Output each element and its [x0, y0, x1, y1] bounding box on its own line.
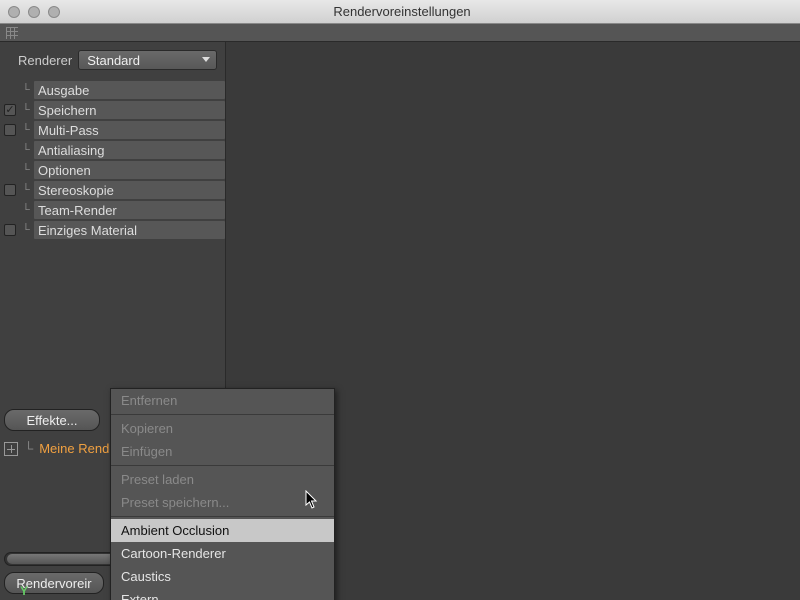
- menu-separator: [111, 414, 334, 415]
- menu-item: Entfernen: [111, 389, 334, 412]
- expand-icon[interactable]: [4, 442, 18, 456]
- tree-row[interactable]: └Optionen: [0, 160, 225, 180]
- effects-button[interactable]: Effekte...: [4, 409, 100, 431]
- tree-item-label: Multi-Pass: [34, 121, 225, 139]
- menu-item: Einfügen: [111, 440, 334, 463]
- checkbox[interactable]: [4, 124, 16, 136]
- tree-row[interactable]: └Antialiasing: [0, 140, 225, 160]
- zoom-icon[interactable]: [48, 6, 60, 18]
- window-title: Rendervoreinstellungen: [60, 4, 744, 19]
- checkbox[interactable]: [4, 104, 16, 116]
- checkbox[interactable]: [4, 184, 16, 196]
- tree-item-label: Antialiasing: [34, 141, 225, 159]
- menu-item[interactable]: Caustics: [111, 565, 334, 588]
- menu-separator: [111, 516, 334, 517]
- tree-item-label: Ausgabe: [34, 81, 225, 99]
- menu-item: Kopieren: [111, 417, 334, 440]
- tree-item-label: Optionen: [34, 161, 225, 179]
- renderer-label: Renderer: [18, 53, 72, 68]
- menu-item: Preset laden: [111, 468, 334, 491]
- titlebar: Rendervoreinstellungen: [0, 0, 800, 24]
- window-controls: [8, 6, 60, 18]
- close-icon[interactable]: [8, 6, 20, 18]
- settings-tree: └Ausgabe└Speichern└Multi-Pass└Antialiasi…: [0, 78, 225, 240]
- tree-row[interactable]: └Team-Render: [0, 200, 225, 220]
- tree-item-label: Team-Render: [34, 201, 225, 219]
- minimize-icon[interactable]: [28, 6, 40, 18]
- effects-context-menu[interactable]: Entfernen KopierenEinfügen Preset ladenPre…: [110, 388, 335, 600]
- effects-button-label: Effekte...: [26, 413, 77, 428]
- menu-separator: [111, 465, 334, 466]
- menu-item: Preset speichern...: [111, 491, 334, 514]
- toolbar: [0, 24, 800, 42]
- tree-row[interactable]: └Ausgabe: [0, 80, 225, 100]
- tree-row[interactable]: └Multi-Pass: [0, 120, 225, 140]
- grid-icon[interactable]: [6, 27, 18, 39]
- tree-item-label: Speichern: [34, 101, 225, 119]
- tree-row[interactable]: └Einziges Material: [0, 220, 225, 240]
- tree-row[interactable]: └Speichern: [0, 100, 225, 120]
- tree-row[interactable]: └Stereoskopie: [0, 180, 225, 200]
- chevron-down-icon: [202, 57, 210, 62]
- render-presets-button[interactable]: Rendervoreir: [4, 572, 104, 594]
- menu-item[interactable]: Extern...: [111, 588, 334, 600]
- renderer-dropdown[interactable]: Standard: [78, 50, 217, 70]
- axis-y-label: Y: [20, 584, 28, 598]
- preset-name: Meine Rende: [39, 441, 116, 456]
- tree-item-label: Einziges Material: [34, 221, 225, 239]
- tree-item-label: Stereoskopie: [34, 181, 225, 199]
- checkbox[interactable]: [4, 224, 16, 236]
- renderer-value: Standard: [87, 53, 140, 68]
- menu-item[interactable]: Cartoon-Renderer: [111, 542, 334, 565]
- menu-item[interactable]: Ambient Occlusion: [111, 519, 334, 542]
